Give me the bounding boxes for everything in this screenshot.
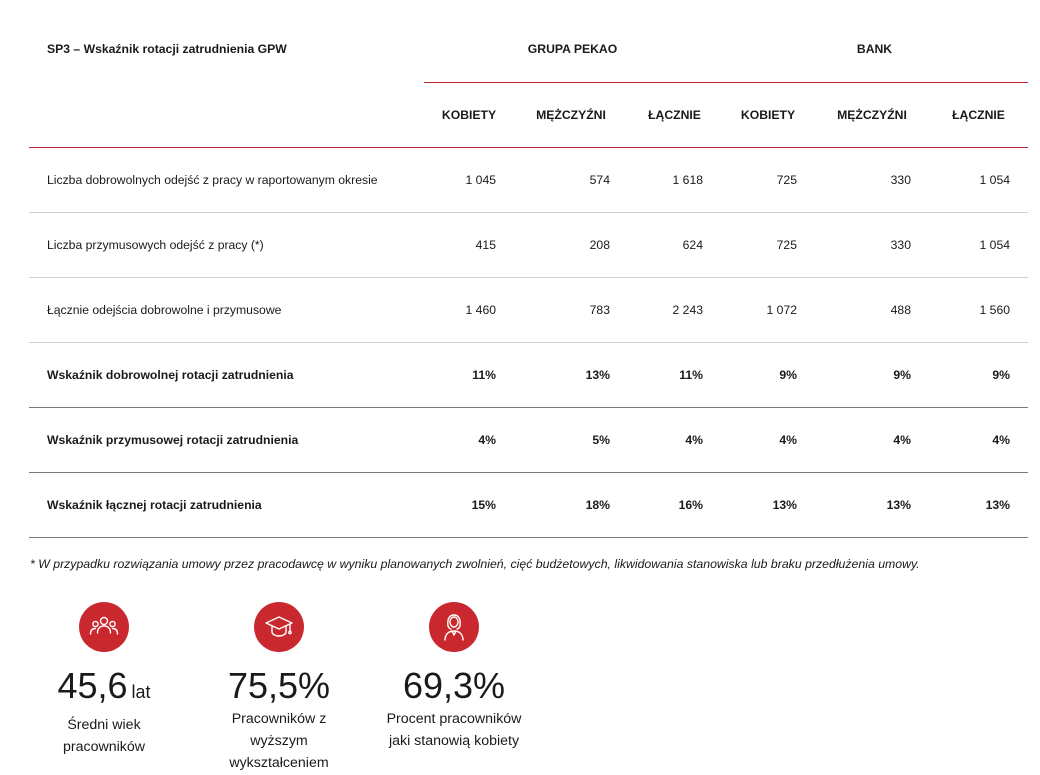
rotation-table: SP3 – Wskaźnik rotacji zatrudnienia GPW …: [29, 16, 1029, 538]
table-cell: 208: [514, 212, 628, 278]
table-cell: 624: [628, 212, 721, 278]
row-label: Liczba przymusowych odejść z pracy (*): [29, 212, 424, 278]
table-cell: 15%: [424, 472, 514, 538]
table-cell: 783: [514, 277, 628, 343]
table-title: SP3 – Wskaźnik rotacji zatrudnienia GPW: [47, 42, 287, 57]
stat-value: 45,6 lat: [57, 665, 151, 706]
stat-value: 69,3%: [402, 665, 506, 706]
stat-average-age: 45,6 lat Średni wiek pracowników: [24, 602, 184, 758]
table-cell: 330: [815, 147, 929, 213]
table-cell: 415: [424, 212, 514, 278]
table-cell: 1 054: [929, 147, 1029, 213]
table-cell: 9%: [815, 342, 929, 408]
table-cell: 11%: [628, 342, 721, 408]
column-header: KOBIETY: [721, 82, 815, 148]
stat-unit: lat: [131, 682, 151, 702]
stat-description: Pracowników z wyższym wykształceniem: [229, 711, 329, 771]
table-cell: 574: [514, 147, 628, 213]
table-cell: 4%: [721, 407, 815, 473]
graduation-cap-icon: [254, 602, 304, 652]
group-header-bank: BANK: [721, 16, 1029, 83]
stat-description: Średni wiek pracowników: [62, 717, 145, 755]
table-cell: 13%: [929, 472, 1029, 538]
row-label: Wskaźnik przymusowej rotacji zatrudnieni…: [29, 407, 424, 473]
table-cell: 16%: [628, 472, 721, 538]
column-header: ŁĄCZNIE: [628, 82, 721, 148]
header-spacer: [29, 82, 424, 148]
table-cell: 1 045: [424, 147, 514, 213]
table-cell: 488: [815, 277, 929, 343]
table-cell: 4%: [628, 407, 721, 473]
table-cell: 1 072: [721, 277, 815, 343]
table-cell: 9%: [721, 342, 815, 408]
table-cell: 11%: [424, 342, 514, 408]
rotation-table-wrap: SP3 – Wskaźnik rotacji zatrudnienia GPW …: [29, 16, 1029, 538]
table-cell: 4%: [424, 407, 514, 473]
woman-icon: [429, 602, 479, 652]
table-row: Łącznie odejścia dobrowolne i przymusowe…: [29, 277, 1029, 343]
row-label: Wskaźnik łącznej rotacji zatrudnienia: [29, 472, 424, 538]
table-row: Liczba dobrowolnych odejść z pracy w rap…: [29, 147, 1029, 213]
table-cell: 18%: [514, 472, 628, 538]
table-cell: 9%: [929, 342, 1029, 408]
row-label: Liczba dobrowolnych odejść z pracy w rap…: [29, 147, 424, 213]
table-cell: 1 054: [929, 212, 1029, 278]
column-header: MĘŻCZYŹNI: [514, 82, 628, 148]
table-cell: 330: [815, 212, 929, 278]
stat-value: 75,5%: [227, 665, 331, 706]
group-header-pekao: GRUPA PEKAO: [424, 16, 721, 83]
table-cell: 13%: [815, 472, 929, 538]
stat-description: Procent pracowników jaki stanowią kobiet…: [386, 711, 522, 749]
table-cell: 1 460: [424, 277, 514, 343]
column-header: KOBIETY: [424, 82, 514, 148]
table-row: Wskaźnik przymusowej rotacji zatrudnieni…: [29, 407, 1029, 473]
table-cell: 4%: [815, 407, 929, 473]
row-label: Łącznie odejścia dobrowolne i przymusowe: [29, 277, 424, 343]
row-label: Wskaźnik dobrowolnej rotacji zatrudnieni…: [29, 342, 424, 408]
table-cell: 1 618: [628, 147, 721, 213]
people-icon: [79, 602, 129, 652]
stat-women-share: 69,3% Procent pracowników jaki stanowią …: [374, 602, 534, 752]
table-cell: 5%: [514, 407, 628, 473]
column-header: MĘŻCZYŹNI: [815, 82, 929, 148]
table-row: Wskaźnik dobrowolnej rotacji zatrudnieni…: [29, 342, 1029, 408]
footnote: * W przypadku rozwiązania umowy przez pr…: [30, 557, 920, 571]
table-row: Liczba przymusowych odejść z pracy (*) 4…: [29, 212, 1029, 278]
table-cell: 2 243: [628, 277, 721, 343]
table-row: Wskaźnik łącznej rotacji zatrudnienia 15…: [29, 472, 1029, 538]
table-cell: 1 560: [929, 277, 1029, 343]
table-cell: 4%: [929, 407, 1029, 473]
column-header: ŁĄCZNIE: [929, 82, 1029, 148]
stat-higher-education: 75,5% Pracowników z wyższym wykształceni…: [199, 602, 359, 774]
table-cell: 725: [721, 212, 815, 278]
table-cell: 725: [721, 147, 815, 213]
table-cell: 13%: [721, 472, 815, 538]
table-cell: 13%: [514, 342, 628, 408]
